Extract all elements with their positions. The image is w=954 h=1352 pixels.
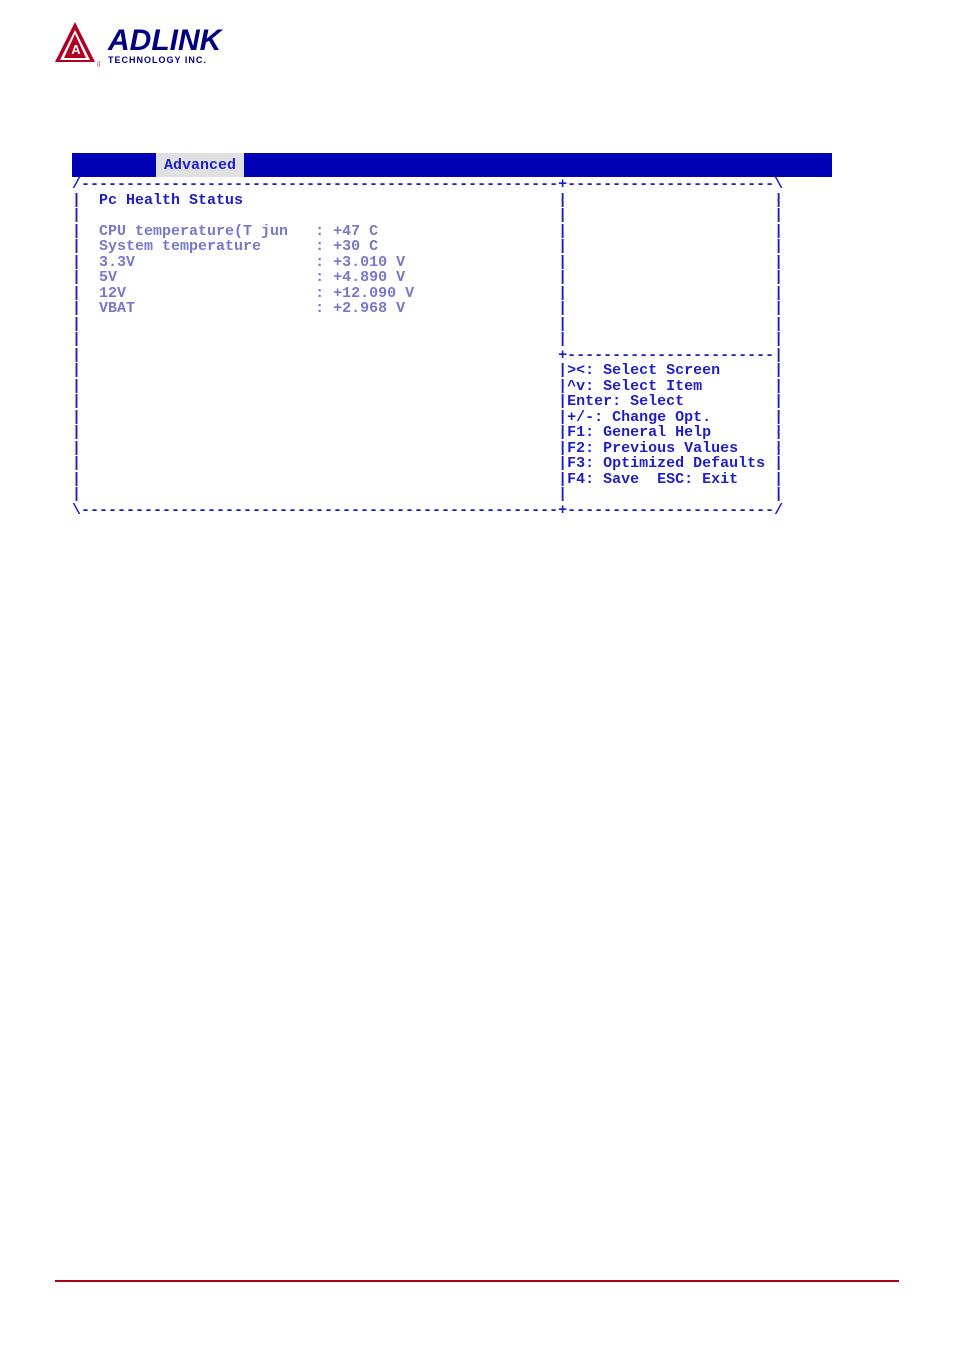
- reading-label-0: CPU temperature(T jun: [99, 223, 288, 240]
- help-2: Enter: Select: [567, 393, 684, 410]
- section-title: Pc Health Status: [99, 192, 243, 209]
- row: | |: [72, 424, 567, 441]
- row: | | |: [72, 331, 783, 348]
- reading-label-5: VBAT: [99, 300, 135, 317]
- reading-value-2: : +3.010 V: [315, 254, 405, 271]
- reading-label-3: 5V: [99, 269, 117, 286]
- row: |: [72, 254, 99, 271]
- row: | +-----------------------|: [72, 347, 783, 364]
- svg-text:A: A: [71, 42, 81, 57]
- reading-label-2: 3.3V: [99, 254, 135, 271]
- reading-value-1: : +30 C: [315, 238, 378, 255]
- row: | |: [72, 393, 567, 410]
- row: | |: [72, 378, 567, 395]
- help-4: F1: General Help: [567, 424, 711, 441]
- help-5: F2: Previous Values: [567, 440, 738, 457]
- logo-main-text: ADLINK: [108, 26, 221, 56]
- tab-advanced[interactable]: Advanced: [156, 153, 244, 177]
- row: |: [72, 192, 99, 209]
- reading-value-3: : +4.890 V: [315, 269, 405, 286]
- logo-icon: A ®: [50, 20, 100, 70]
- reading-label-1: System temperature: [99, 238, 261, 255]
- help-7: F4: Save ESC: Exit: [567, 471, 738, 488]
- reading-label-4: 12V: [99, 285, 126, 302]
- border-bottom: \---------------------------------------…: [72, 502, 783, 519]
- logo: A ® ADLINK TECHNOLOGY INC.: [50, 20, 221, 70]
- row: | | |: [72, 486, 783, 503]
- row: | |: [72, 440, 567, 457]
- row: | |: [72, 471, 567, 488]
- row: | |: [72, 362, 567, 379]
- help-1: ^v: Select Item: [567, 378, 702, 395]
- reading-value-5: : +2.968 V: [315, 300, 405, 317]
- border-top: /---------------------------------------…: [72, 176, 783, 193]
- bios-body: /---------------------------------------…: [72, 177, 832, 518]
- reading-value-0: : +47 C: [315, 223, 378, 240]
- logo-sub-text: TECHNOLOGY INC.: [108, 56, 221, 65]
- reading-value-4: : +12.090 V: [315, 285, 414, 302]
- row-end: | |: [243, 192, 783, 209]
- help-3: +/-: Change Opt.: [567, 409, 711, 426]
- logo-text: ADLINK TECHNOLOGY INC.: [108, 26, 221, 65]
- row: | | |: [72, 316, 783, 333]
- row: |: [72, 238, 99, 255]
- row: | |: [72, 455, 567, 472]
- row: | |: [72, 409, 567, 426]
- bios-screen: Advanced /------------------------------…: [72, 153, 832, 518]
- tab-bar: Advanced: [72, 153, 832, 177]
- row: | | |: [72, 207, 783, 224]
- row: |: [72, 285, 99, 302]
- help-6: F3: Optimized Defaults: [567, 455, 765, 472]
- footer-divider: [55, 1280, 899, 1282]
- row: |: [72, 223, 99, 240]
- svg-text:®: ®: [97, 60, 100, 69]
- help-0: ><: Select Screen: [567, 362, 720, 379]
- row: |: [72, 269, 99, 286]
- row: |: [72, 300, 99, 317]
